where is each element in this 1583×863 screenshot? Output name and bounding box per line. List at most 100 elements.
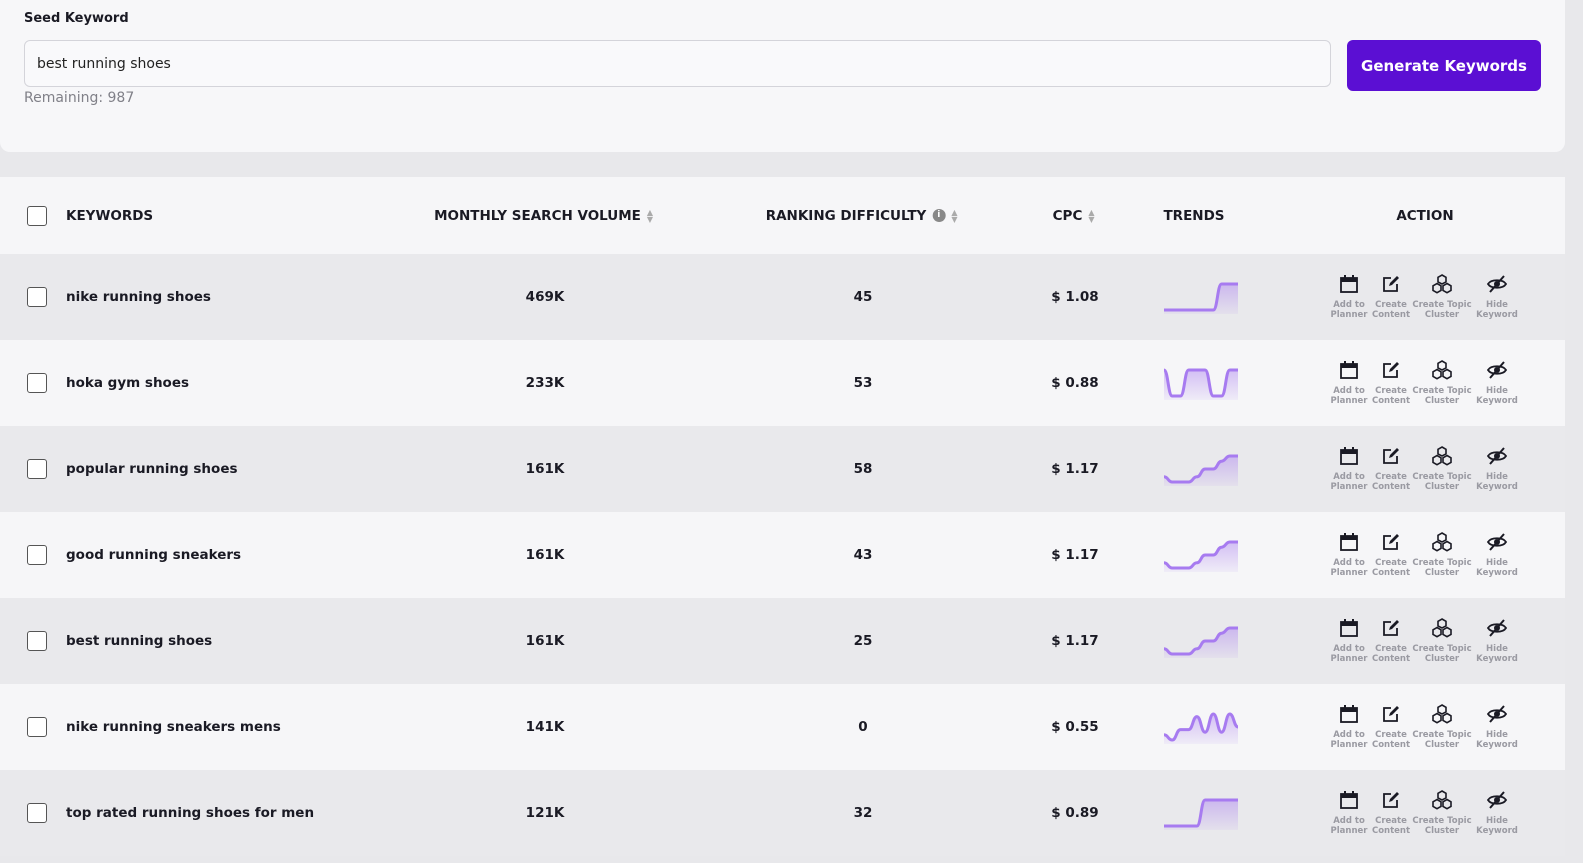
select-all-checkbox[interactable] xyxy=(27,205,47,226)
row-checkbox[interactable] xyxy=(27,631,47,651)
action-calendar-button[interactable]: Add to Planner xyxy=(1325,446,1373,492)
eye-slash-icon xyxy=(1486,274,1508,300)
row-actions: Add to Planner Create Content Create Topic Cl… xyxy=(1325,790,1519,836)
row-actions: Add to Planner Create Content Create Topic Cl… xyxy=(1325,274,1519,320)
action-eye-slash-button[interactable]: Hide Keyword xyxy=(1475,618,1519,664)
row-checkbox[interactable] xyxy=(27,287,47,307)
calendar-icon xyxy=(1339,360,1359,386)
action-label: Content xyxy=(1371,740,1411,750)
row-checkbox[interactable] xyxy=(27,459,47,479)
action-label: Cluster xyxy=(1424,654,1460,664)
cpc: $ 1.17 xyxy=(1051,633,1099,649)
hexagons-icon xyxy=(1431,790,1453,816)
eye-slash-icon xyxy=(1486,532,1508,558)
header-difficulty[interactable]: RANKING DIFFICULTY i ▲ ▼ xyxy=(766,208,961,224)
action-edit-button[interactable]: Create Content xyxy=(1371,360,1411,406)
action-label: Create Topic xyxy=(1412,472,1472,482)
sort-icon[interactable]: ▲ ▼ xyxy=(647,208,656,223)
search-volume: 161K xyxy=(525,547,565,563)
action-label: Planner xyxy=(1330,654,1368,664)
action-edit-button[interactable]: Create Content xyxy=(1371,446,1411,492)
action-hexagons-button[interactable]: Create Topic Cluster xyxy=(1409,360,1475,406)
action-calendar-button[interactable]: Add to Planner xyxy=(1325,360,1373,406)
search-volume: 161K xyxy=(525,461,565,477)
action-edit-button[interactable]: Create Content xyxy=(1372,618,1410,664)
cpc: $ 1.17 xyxy=(1051,461,1099,477)
action-label: Add to xyxy=(1333,730,1365,740)
seed-keyword-input[interactable] xyxy=(24,40,1331,87)
action-calendar-button[interactable]: Add to Planner xyxy=(1325,274,1373,320)
generate-keywords-button[interactable]: Generate Keywords xyxy=(1347,40,1541,91)
action-label: Planner xyxy=(1330,396,1368,406)
header-volume[interactable]: MONTHLY SEARCH VOLUME ▲ ▼ xyxy=(434,208,656,224)
trend-sparkline xyxy=(1164,454,1238,486)
action-label: Add to xyxy=(1333,386,1365,396)
action-label: Cluster xyxy=(1424,310,1460,320)
action-label: Create xyxy=(1375,558,1407,568)
action-edit-button[interactable]: Create Content xyxy=(1372,274,1410,320)
action-edit-button[interactable]: Create Content xyxy=(1372,532,1410,578)
seed-keyword-label: Seed Keyword xyxy=(24,11,129,26)
action-label: Keyword xyxy=(1476,826,1518,836)
action-label: Cluster xyxy=(1424,740,1460,750)
keyword: hoka gym shoes xyxy=(66,375,190,391)
action-eye-slash-button[interactable]: Hide Keyword xyxy=(1475,532,1519,578)
ranking-difficulty: 0 xyxy=(858,719,868,735)
action-hexagons-button[interactable]: Create Topic Cluster xyxy=(1409,618,1475,664)
row-checkbox[interactable] xyxy=(27,545,47,565)
action-hexagons-button[interactable]: Create Topic Cluster xyxy=(1409,790,1475,836)
action-label: Content xyxy=(1371,396,1411,406)
calendar-icon xyxy=(1339,274,1359,300)
action-hexagons-button[interactable]: Create Topic Cluster xyxy=(1409,704,1475,750)
table-row: nike running shoes 469K 45 $ 1.08 Add to… xyxy=(0,254,1565,340)
edit-icon xyxy=(1381,790,1401,816)
sort-icon[interactable]: ▲ ▼ xyxy=(1088,208,1097,223)
ranking-difficulty: 43 xyxy=(853,547,873,563)
trend-sparkline xyxy=(1164,368,1238,400)
action-calendar-button[interactable]: Add to Planner xyxy=(1325,532,1373,578)
hexagons-icon xyxy=(1431,532,1453,558)
ranking-difficulty: 53 xyxy=(853,375,873,391)
cpc: $ 1.08 xyxy=(1051,289,1099,305)
table-header: KEYWORDS MONTHLY SEARCH VOLUME ▲ ▼ RANKING… xyxy=(0,177,1565,254)
row-checkbox[interactable] xyxy=(27,803,47,823)
trend-sparkline xyxy=(1164,540,1238,572)
action-edit-button[interactable]: Create Content xyxy=(1371,704,1411,750)
header-keywords: KEYWORDS xyxy=(66,207,154,224)
trend-sparkline xyxy=(1164,282,1238,314)
action-label: Content xyxy=(1371,482,1411,492)
action-calendar-button[interactable]: Add to Planner xyxy=(1325,618,1373,664)
header-cpc[interactable]: CPC ▲ ▼ xyxy=(1053,208,1098,224)
search-volume: 141K xyxy=(525,719,565,735)
action-label: Planner xyxy=(1330,568,1368,578)
calendar-icon xyxy=(1339,532,1359,558)
action-hexagons-button[interactable]: Create Topic Cluster xyxy=(1409,446,1475,492)
action-label: Add to xyxy=(1333,472,1365,482)
keyword: nike running sneakers mens xyxy=(66,719,281,735)
action-label: Keyword xyxy=(1476,740,1518,750)
action-eye-slash-button[interactable]: Hide Keyword xyxy=(1475,274,1519,320)
action-label: Content xyxy=(1371,826,1411,836)
keyword: best running shoes xyxy=(66,633,213,649)
action-calendar-button[interactable]: Add to Planner xyxy=(1325,790,1373,836)
table-row: best running shoes 161K 25 $ 1.17 Add to… xyxy=(0,598,1565,684)
eye-slash-icon xyxy=(1486,618,1508,644)
action-label: Planner xyxy=(1330,826,1368,836)
action-label: Hide xyxy=(1486,386,1508,396)
action-label: Create Topic xyxy=(1412,730,1472,740)
action-eye-slash-button[interactable]: Hide Keyword xyxy=(1475,446,1519,492)
row-checkbox[interactable] xyxy=(27,717,47,737)
action-label: Cluster xyxy=(1424,482,1460,492)
action-calendar-button[interactable]: Add to Planner xyxy=(1325,704,1373,750)
action-edit-button[interactable]: Create Content xyxy=(1371,790,1411,836)
action-hexagons-button[interactable]: Create Topic Cluster xyxy=(1409,532,1475,578)
sort-icon[interactable]: ▲ ▼ xyxy=(951,208,960,223)
action-hexagons-button[interactable]: Create Topic Cluster xyxy=(1409,274,1475,320)
action-eye-slash-button[interactable]: Hide Keyword xyxy=(1475,790,1519,836)
action-eye-slash-button[interactable]: Hide Keyword xyxy=(1475,360,1519,406)
header-trends: TRENDS xyxy=(1163,207,1225,224)
info-icon[interactable]: i xyxy=(932,209,946,222)
edit-icon xyxy=(1381,532,1401,558)
row-checkbox[interactable] xyxy=(27,373,47,393)
action-eye-slash-button[interactable]: Hide Keyword xyxy=(1475,704,1519,750)
